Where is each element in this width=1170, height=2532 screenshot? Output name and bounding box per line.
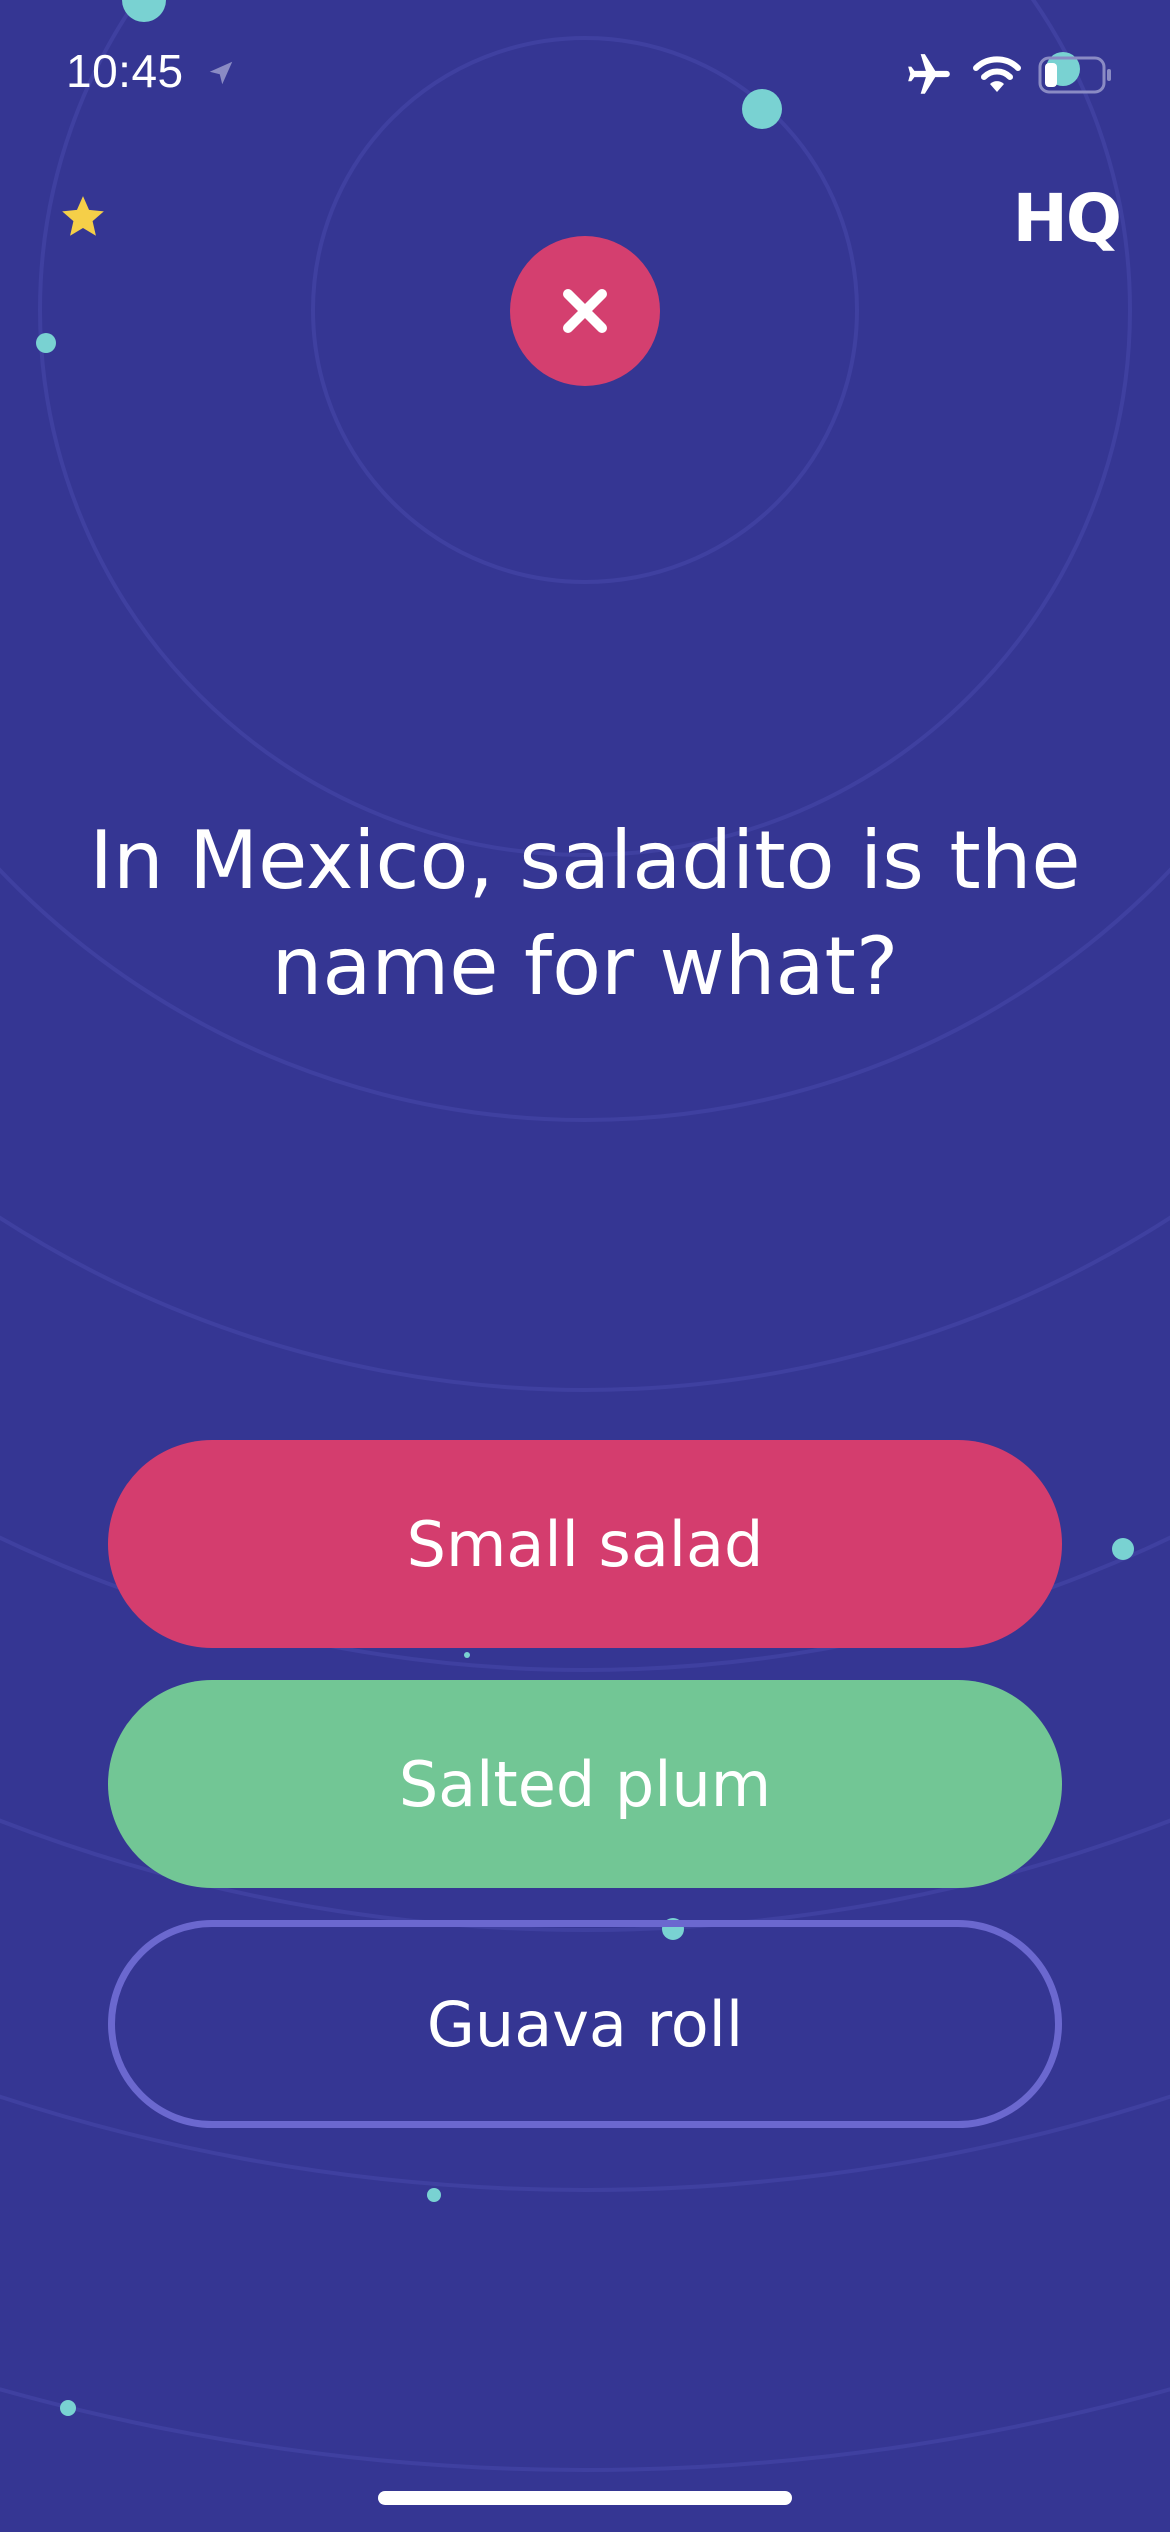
close-x-icon xyxy=(563,289,607,333)
star-icon[interactable] xyxy=(58,192,108,242)
trivia-screen: 10:45 HQ In Mexico, saladito is the name… xyxy=(0,0,1170,2532)
wifi-icon xyxy=(973,56,1021,92)
status-time: 10:45 xyxy=(66,45,184,97)
wrong-answer-indicator xyxy=(510,236,660,386)
airplane-icon xyxy=(908,54,950,94)
floating-dot xyxy=(464,1652,470,1658)
hq-logo: HQ xyxy=(1012,180,1122,257)
location-arrow-icon xyxy=(209,61,233,85)
floating-dot xyxy=(1112,1538,1134,1560)
battery-icon xyxy=(1038,56,1111,94)
floating-dot xyxy=(60,2400,76,2416)
floating-dot xyxy=(427,2188,441,2202)
floating-dot xyxy=(36,333,56,353)
status-bar: 10:45 xyxy=(0,0,1170,150)
home-indicator[interactable] xyxy=(378,2491,792,2505)
answer-option-correct[interactable]: Salted plum xyxy=(108,1680,1062,1888)
question-text: In Mexico, saladito is the name for what… xyxy=(89,814,1081,1013)
answer-option-wrong[interactable]: Small salad xyxy=(108,1440,1062,1648)
answer-option[interactable]: Guava roll xyxy=(108,1920,1062,2128)
